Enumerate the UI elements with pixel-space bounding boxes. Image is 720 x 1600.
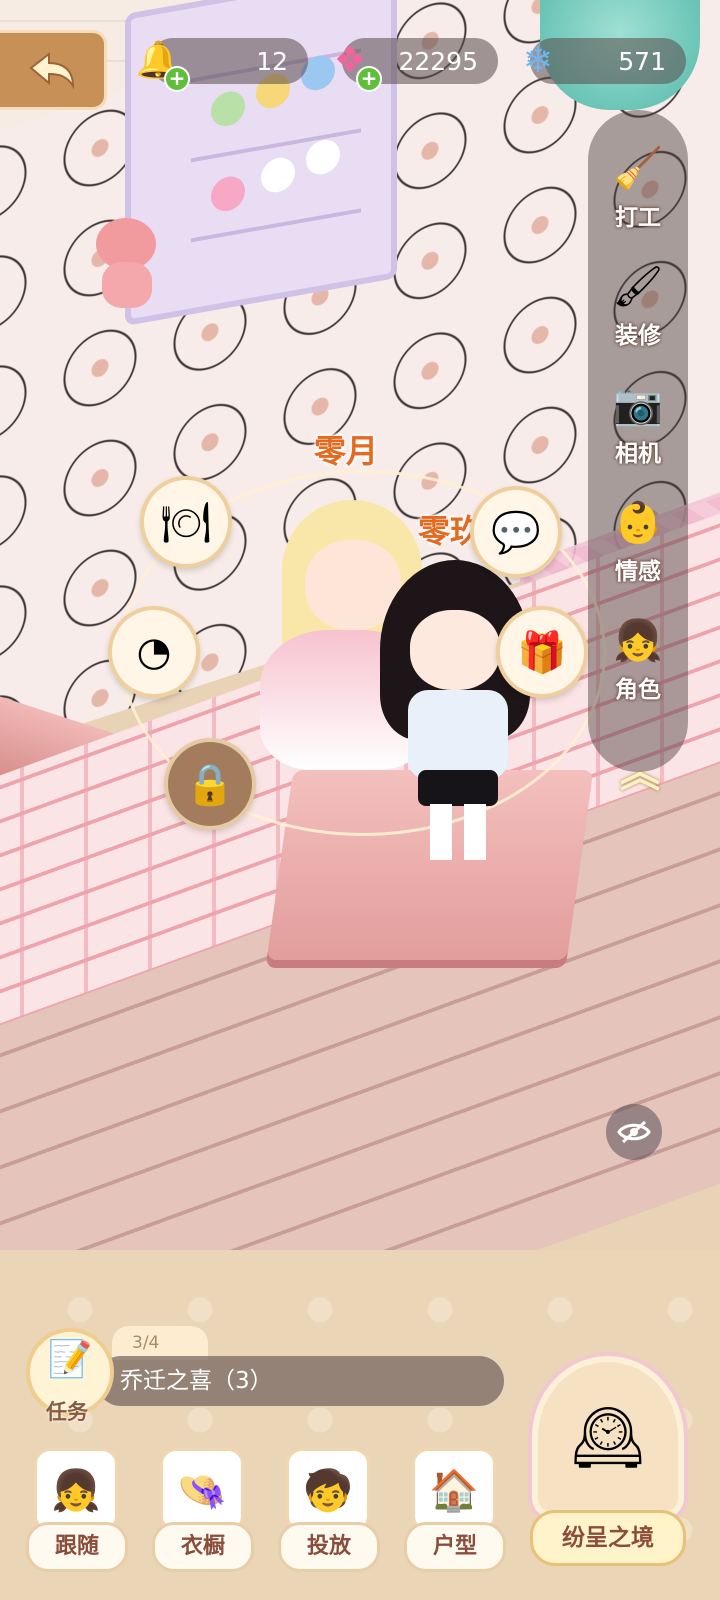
task-progress: 3/4 (112, 1326, 208, 1360)
side-menu: 🧹 打工 🖌 装修 📷 相机 👶 情感 👧 角色 (588, 110, 688, 772)
task-title: 乔迁之喜（3） (120, 1368, 273, 1394)
chevron-up-icon: ︽ (620, 750, 660, 796)
emotion-doll-icon: 👶 (613, 499, 663, 546)
plush-toy (261, 155, 295, 195)
plush-toy (211, 173, 245, 214)
character-shirt (408, 690, 508, 780)
realm-button[interactable]: 🕰 纷呈之境 (528, 1356, 688, 1576)
chat-button[interactable]: 💬 (470, 486, 562, 578)
pink-gem-counter[interactable]: ❖ + 22295 (334, 38, 498, 92)
bell-value: 12 (256, 46, 288, 76)
gift-button[interactable]: 🎁 (496, 606, 588, 698)
food-cloche-icon: 🍽 (160, 499, 212, 546)
paint-roller-icon: 🖌 (612, 263, 664, 310)
notepad-icon: 📝 (47, 1339, 93, 1380)
add-bell-button[interactable]: + (164, 66, 190, 92)
hat-icon: 👒 (160, 1448, 244, 1532)
character-legs (430, 804, 486, 860)
collapse-menu-button[interactable]: ︽ (620, 740, 660, 798)
side-item-label: 角色 (615, 677, 661, 703)
nav-label: 衣橱 (152, 1522, 254, 1572)
gift-icon: 🎁 (517, 629, 567, 676)
house-layout-icon: 🏠 (412, 1448, 496, 1532)
realm-label: 纷呈之境 (530, 1510, 686, 1566)
side-item-character[interactable]: 👧 角色 (588, 602, 688, 712)
character-name-tag: 零月 (314, 432, 379, 470)
blue-crystal-counter[interactable]: ❄ 571 (523, 38, 686, 84)
lock-icon: 🔒 (185, 761, 235, 808)
back-arrow-icon (29, 51, 75, 90)
pink-gem-value: 22295 (398, 46, 478, 76)
side-item-label: 打工 (615, 205, 661, 231)
side-item-label: 情感 (615, 559, 661, 585)
teddy-body (102, 262, 152, 308)
character-drop-icon: 🧒 (286, 1448, 370, 1532)
plush-toy (306, 137, 340, 178)
task-bar[interactable]: 乔迁之喜（3） (96, 1356, 504, 1406)
side-item-camera[interactable]: 📷 相机 (588, 366, 688, 476)
plush-toy (211, 88, 245, 129)
hide-ui-button[interactable] (606, 1104, 662, 1160)
side-item-work[interactable]: 🧹 打工 (588, 130, 688, 240)
side-item-label: 装修 (615, 323, 661, 349)
camera-icon: 📷 (613, 381, 663, 428)
character-skirt (418, 770, 498, 806)
nav-label: 跟随 (26, 1522, 128, 1572)
eye-slash-icon (617, 1120, 651, 1144)
pie-chart-icon: ◔ (136, 629, 172, 675)
side-item-emotion[interactable]: 👶 情感 (588, 484, 688, 594)
blue-crystal-icon: ❄ (522, 39, 554, 81)
shelf-row (191, 208, 361, 243)
teddy-bear (88, 218, 168, 314)
nav-place[interactable]: 🧒 投放 (278, 1448, 380, 1578)
task-label: 任务 (46, 1400, 88, 1424)
chat-bubble-icon: 💬 (491, 509, 541, 556)
locked-action-button[interactable]: 🔒 (164, 738, 256, 830)
side-item-renovate[interactable]: 🖌 装修 (588, 248, 688, 358)
nav-wardrobe[interactable]: 👒 衣橱 (152, 1448, 254, 1578)
side-item-label: 相机 (615, 441, 661, 467)
back-button[interactable] (0, 30, 107, 110)
nav-layout[interactable]: 🏠 户型 (404, 1448, 506, 1578)
task-button[interactable]: 📝 任务 (26, 1328, 114, 1424)
bell-counter[interactable]: 🔔 + 12 (136, 38, 308, 92)
character-face (410, 610, 500, 690)
ornate-clock-icon: 🕰 (532, 1356, 684, 1518)
food-cloche-button[interactable]: 🍽 (140, 476, 232, 568)
nav-follow[interactable]: 👧 跟随 (26, 1448, 128, 1578)
broom-icon: 🧹 (613, 145, 663, 192)
character-avatar-icon: 👧 (613, 617, 663, 664)
character-card-icon: 👧 (34, 1448, 118, 1532)
nav-label: 投放 (278, 1522, 380, 1572)
stats-button[interactable]: ◔ (108, 606, 200, 698)
nav-label: 户型 (404, 1522, 506, 1572)
blue-crystal-value: 571 (618, 46, 666, 76)
add-pink-gem-button[interactable]: + (356, 66, 382, 92)
